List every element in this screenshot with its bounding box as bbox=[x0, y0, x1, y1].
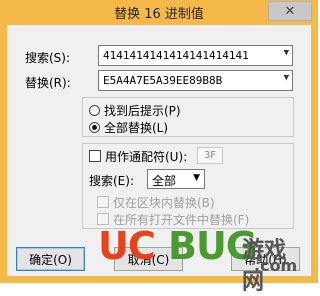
search-value: 4141414141414141414141 bbox=[103, 49, 249, 62]
close-button[interactable]: ✕ bbox=[268, 1, 312, 21]
search-label: 搜索(S): bbox=[25, 51, 71, 65]
dialog-window: 替换 16 进制值 ✕ 搜索(S): 414141414141414141414… bbox=[0, 0, 318, 295]
chevron-down-icon[interactable]: ▼ bbox=[284, 73, 289, 83]
replace-label: 替换(R): bbox=[25, 76, 71, 90]
radio-prompt[interactable] bbox=[89, 105, 100, 116]
title-bar: 替换 16 进制值 ✕ bbox=[0, 0, 318, 24]
wildcard-input[interactable]: 3F bbox=[197, 147, 223, 164]
search-scope-select[interactable]: 全部 ▼ bbox=[147, 169, 205, 189]
ok-button[interactable]: 确定(O) bbox=[16, 247, 85, 271]
search-combo[interactable]: 4141414141414141414141 ▼ bbox=[98, 45, 293, 66]
watermark-uc: UC bbox=[98, 224, 156, 268]
chevron-down-icon[interactable]: ▼ bbox=[193, 173, 200, 183]
in-block-label: 仅在区块内替换(B) bbox=[113, 196, 215, 210]
wildcard-label[interactable]: 用作通配符(U): bbox=[105, 148, 187, 165]
watermark-com: .com bbox=[254, 256, 298, 275]
replace-combo[interactable]: E5A4A7E5A39EE89B8B ▼ bbox=[98, 70, 293, 91]
wildcard-checkbox[interactable] bbox=[89, 150, 101, 162]
close-icon: ✕ bbox=[284, 3, 296, 19]
search-scope-label: 搜索(E): bbox=[89, 174, 134, 188]
in-block-checkbox[interactable] bbox=[97, 196, 109, 208]
radio-prompt-label[interactable]: 找到后提示(P) bbox=[104, 102, 181, 119]
ucbug-watermark: UC BUG 游戏网 .com bbox=[98, 224, 303, 295]
radio-replace-all[interactable] bbox=[89, 122, 100, 133]
chevron-down-icon[interactable]: ▼ bbox=[284, 48, 289, 58]
replace-value: E5A4A7E5A39EE89B8B bbox=[103, 74, 223, 87]
options-group: 用作通配符(U): 3F 搜索(E): 全部 ▼ 仅在区块内替换(B) 在所有打… bbox=[82, 143, 294, 229]
search-scope-value: 全部 bbox=[152, 174, 177, 188]
radio-replace-all-label[interactable]: 全部替换(L) bbox=[104, 119, 168, 136]
scope-group: 找到后提示(P) 全部替换(L) bbox=[82, 97, 294, 137]
